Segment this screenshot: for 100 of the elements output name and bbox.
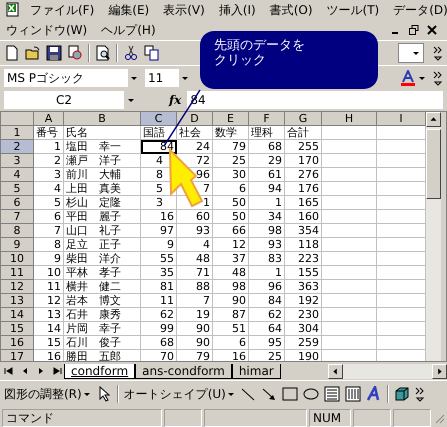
row-header[interactable]: 13 xyxy=(1,294,34,308)
table-cell: 55 xyxy=(141,252,177,266)
row-header[interactable]: 12 xyxy=(1,280,34,294)
scroll-right-icon[interactable] xyxy=(432,364,447,378)
row-header[interactable]: 10 xyxy=(1,252,34,266)
table-cell: 平林 孝子 xyxy=(64,266,141,280)
table-cell: 98 xyxy=(213,280,249,294)
callout-text: 先頭のデータを xyxy=(214,38,305,53)
column-header[interactable]: G xyxy=(285,112,322,126)
row-header[interactable]: 1 xyxy=(1,126,34,140)
caret-icon[interactable] xyxy=(82,390,91,398)
horizontal-scrollbar[interactable] xyxy=(343,364,432,378)
print-preview-icon[interactable] xyxy=(95,45,111,61)
column-header[interactable]: I xyxy=(377,112,426,126)
table-cell xyxy=(322,126,377,140)
row-header[interactable]: 6 xyxy=(1,196,34,210)
select-all-button[interactable] xyxy=(1,112,34,126)
column-header[interactable]: F xyxy=(249,112,285,126)
table-cell: 3 xyxy=(34,168,64,182)
row-header[interactable]: 5 xyxy=(1,182,34,196)
row-header[interactable]: 14 xyxy=(1,308,34,322)
line-icon[interactable] xyxy=(240,386,256,402)
row-header[interactable]: 16 xyxy=(1,336,34,350)
row-header[interactable]: 3 xyxy=(1,154,34,168)
table-cell: 4 xyxy=(34,182,64,196)
dropdown-arrow-icon[interactable] xyxy=(412,49,420,57)
resize-grip-icon[interactable] xyxy=(433,412,445,424)
table-cell: 90 xyxy=(177,336,213,350)
table-cell: 1 xyxy=(34,140,64,154)
table-cell: 番号 xyxy=(34,126,64,140)
menu-item[interactable]: ファイル(F) xyxy=(30,2,94,18)
menu-item[interactable]: 編集(E) xyxy=(108,2,150,18)
table-cell xyxy=(322,210,377,224)
menu-item[interactable]: ヘルプ(H) xyxy=(101,22,156,38)
sheet-tab[interactable]: condform xyxy=(64,364,136,378)
font-color-icon[interactable] xyxy=(400,70,416,86)
menu-item[interactable]: 書式(O) xyxy=(270,2,313,18)
scroll-left-icon[interactable] xyxy=(328,364,343,378)
row-header[interactable]: 15 xyxy=(1,322,34,336)
row-header[interactable]: 17 xyxy=(1,350,34,361)
folder-icon[interactable] xyxy=(25,45,41,61)
table-cell: 118 xyxy=(285,238,322,252)
column-header[interactable]: C xyxy=(141,112,177,126)
permission-icon[interactable] xyxy=(67,45,83,61)
save-icon[interactable] xyxy=(46,45,62,61)
column-header[interactable]: B xyxy=(64,112,141,126)
table-cell: 3 xyxy=(141,196,177,210)
close-icon[interactable] xyxy=(427,25,437,35)
row-header[interactable]: 2 xyxy=(1,140,34,154)
draw-menu[interactable]: 図形の調整(R) xyxy=(4,386,82,402)
table-cell: 杉山 定隆 xyxy=(64,196,141,210)
scissors-icon[interactable] xyxy=(123,45,139,61)
scroll-up-icon[interactable] xyxy=(426,112,441,127)
font-name-field[interactable]: MS Pゴシック xyxy=(4,69,128,87)
table-cell: 24 xyxy=(177,140,213,154)
more-icon[interactable] xyxy=(433,45,443,61)
menu-item[interactable]: 挿入(I) xyxy=(218,2,256,18)
restore-icon[interactable] xyxy=(409,25,419,35)
cube-icon[interactable] xyxy=(394,386,410,402)
arrow-icon[interactable] xyxy=(260,386,277,402)
function-label[interactable]: fx xyxy=(169,93,182,107)
column-header[interactable]: A xyxy=(34,112,64,126)
table-cell: 94 xyxy=(249,182,285,196)
first-sheet-icon[interactable] xyxy=(3,365,15,377)
caret-icon[interactable] xyxy=(226,390,235,398)
row-header[interactable]: 9 xyxy=(1,238,34,252)
zoom-dropdown[interactable] xyxy=(398,43,424,63)
table-cell: 社会 xyxy=(177,126,213,140)
table-cell: 71 xyxy=(177,266,213,280)
table-cell xyxy=(322,252,377,266)
last-sheet-icon[interactable] xyxy=(51,365,63,377)
table-cell: 37 xyxy=(213,252,249,266)
autoshape-menu[interactable]: オートシェイプ(U) xyxy=(124,386,226,402)
more-icon[interactable] xyxy=(433,70,443,86)
row-header[interactable]: 8 xyxy=(1,224,34,238)
more-icon[interactable] xyxy=(414,386,425,402)
row-header[interactable]: 4 xyxy=(1,168,34,182)
menu-item[interactable]: ウィンドウ(W) xyxy=(6,22,88,38)
row-header[interactable]: 11 xyxy=(1,266,34,280)
row-header[interactable]: 7 xyxy=(1,210,34,224)
text-box-icon[interactable] xyxy=(324,386,340,402)
vertical-text-box-icon[interactable] xyxy=(344,386,361,402)
wordart-icon[interactable] xyxy=(366,386,382,402)
copy-icon[interactable] xyxy=(144,45,160,61)
sheet-tab[interactable]: ans-condform xyxy=(135,364,232,378)
rectangle-icon[interactable] xyxy=(282,386,298,402)
table-cell: 4 xyxy=(177,238,213,252)
menu-item[interactable]: 表示(V) xyxy=(163,2,205,18)
column-header[interactable]: E xyxy=(213,112,249,126)
menu-item[interactable]: ツール(T) xyxy=(326,2,380,18)
font-size-field[interactable]: 11 xyxy=(145,69,179,87)
name-box[interactable]: C2 xyxy=(4,91,124,109)
oval-icon[interactable] xyxy=(302,386,319,402)
menu-item[interactable]: データ(D) xyxy=(393,2,447,18)
scroll-thumb[interactable] xyxy=(426,129,441,199)
column-header[interactable]: H xyxy=(322,112,377,126)
table-cell: 160 xyxy=(285,210,322,224)
new-document-icon[interactable] xyxy=(4,45,20,61)
column-header[interactable]: D xyxy=(177,112,213,126)
sheet-tab[interactable]: himar xyxy=(232,364,281,378)
